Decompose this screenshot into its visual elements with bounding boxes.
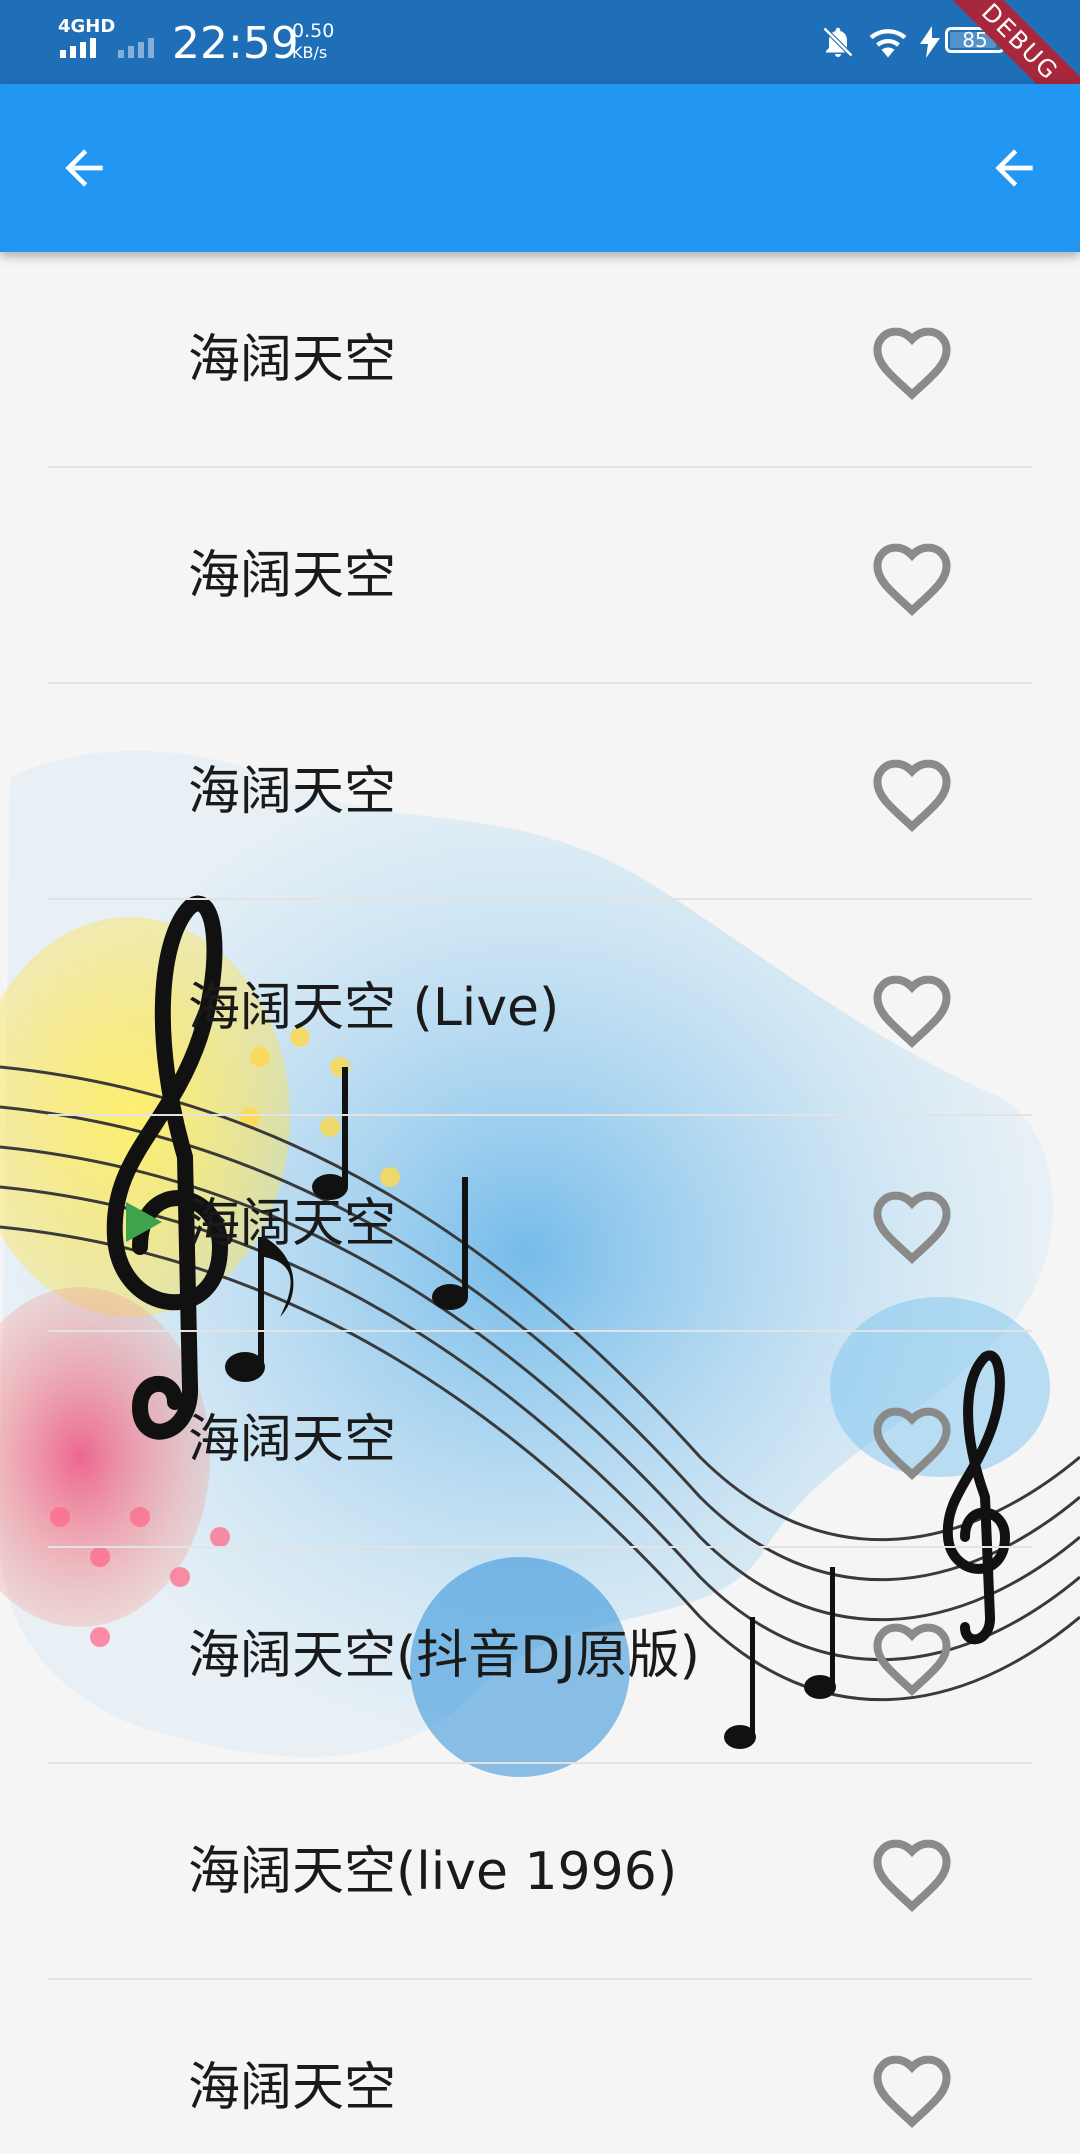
- network-speed: 0.50 KB/s: [292, 20, 335, 63]
- song-title: 海阔天空: [188, 1194, 397, 1254]
- song-title: 海阔天空: [188, 546, 397, 606]
- song-row[interactable]: 海阔天空: [0, 684, 1080, 900]
- song-title: 海阔天空(live 1996): [188, 1842, 678, 1902]
- song-row[interactable]: 海阔天空: [0, 252, 1080, 468]
- song-title: 海阔天空: [188, 2058, 397, 2118]
- song-title: 海阔天空: [188, 762, 397, 822]
- heart-outline-icon[interactable]: [868, 536, 956, 616]
- charging-icon: [920, 26, 940, 58]
- song-row[interactable]: 海阔天空: [0, 1980, 1080, 2154]
- song-row[interactable]: 海阔天空: [0, 468, 1080, 684]
- heart-outline-icon[interactable]: [868, 968, 956, 1048]
- play-indicator-icon: [126, 1202, 162, 1242]
- status-bar: 4GHD 22:59 0.50 KB/s 85 DEBUG: [0, 0, 1080, 140]
- heart-outline-icon[interactable]: [868, 1616, 956, 1696]
- heart-outline-icon[interactable]: [868, 2048, 956, 2128]
- song-title: 海阔天空 (Live): [188, 978, 560, 1038]
- arrow-left-icon: [995, 149, 1033, 187]
- song-title: 海阔天空(抖音DJ原版): [188, 1626, 700, 1686]
- wifi-icon: [869, 29, 907, 58]
- heart-outline-icon[interactable]: [868, 320, 956, 400]
- song-row-playing[interactable]: 海阔天空: [0, 1116, 1080, 1332]
- song-title: 海阔天空: [188, 330, 397, 390]
- clock: 22:59: [172, 18, 299, 69]
- song-row[interactable]: 海阔天空 (Live): [0, 900, 1080, 1116]
- song-list[interactable]: 海阔天空 海阔天空 海阔天空 海阔天空 (Live) 海阔天空 海阔天空 海阔天…: [0, 252, 1080, 2154]
- heart-outline-icon[interactable]: [868, 1400, 956, 1480]
- heart-outline-icon[interactable]: [868, 1832, 956, 1912]
- song-row[interactable]: 海阔天空: [0, 1332, 1080, 1548]
- mute-bell-icon: [822, 26, 854, 58]
- song-row[interactable]: 海阔天空(live 1996): [0, 1764, 1080, 1980]
- heart-outline-icon[interactable]: [868, 1184, 956, 1264]
- network-speed-unit: KB/s: [292, 43, 328, 62]
- secondary-back-button[interactable]: [970, 124, 1058, 212]
- heart-outline-icon[interactable]: [868, 752, 956, 832]
- network-speed-value: 0.50: [292, 20, 335, 42]
- song-title: 海阔天空: [188, 1410, 397, 1470]
- back-button[interactable]: [40, 124, 128, 212]
- song-row[interactable]: 海阔天空(抖音DJ原版): [0, 1548, 1080, 1764]
- network-type: 4GHD: [58, 16, 116, 37]
- arrow-left-icon: [65, 149, 103, 187]
- app-bar: [0, 84, 1080, 252]
